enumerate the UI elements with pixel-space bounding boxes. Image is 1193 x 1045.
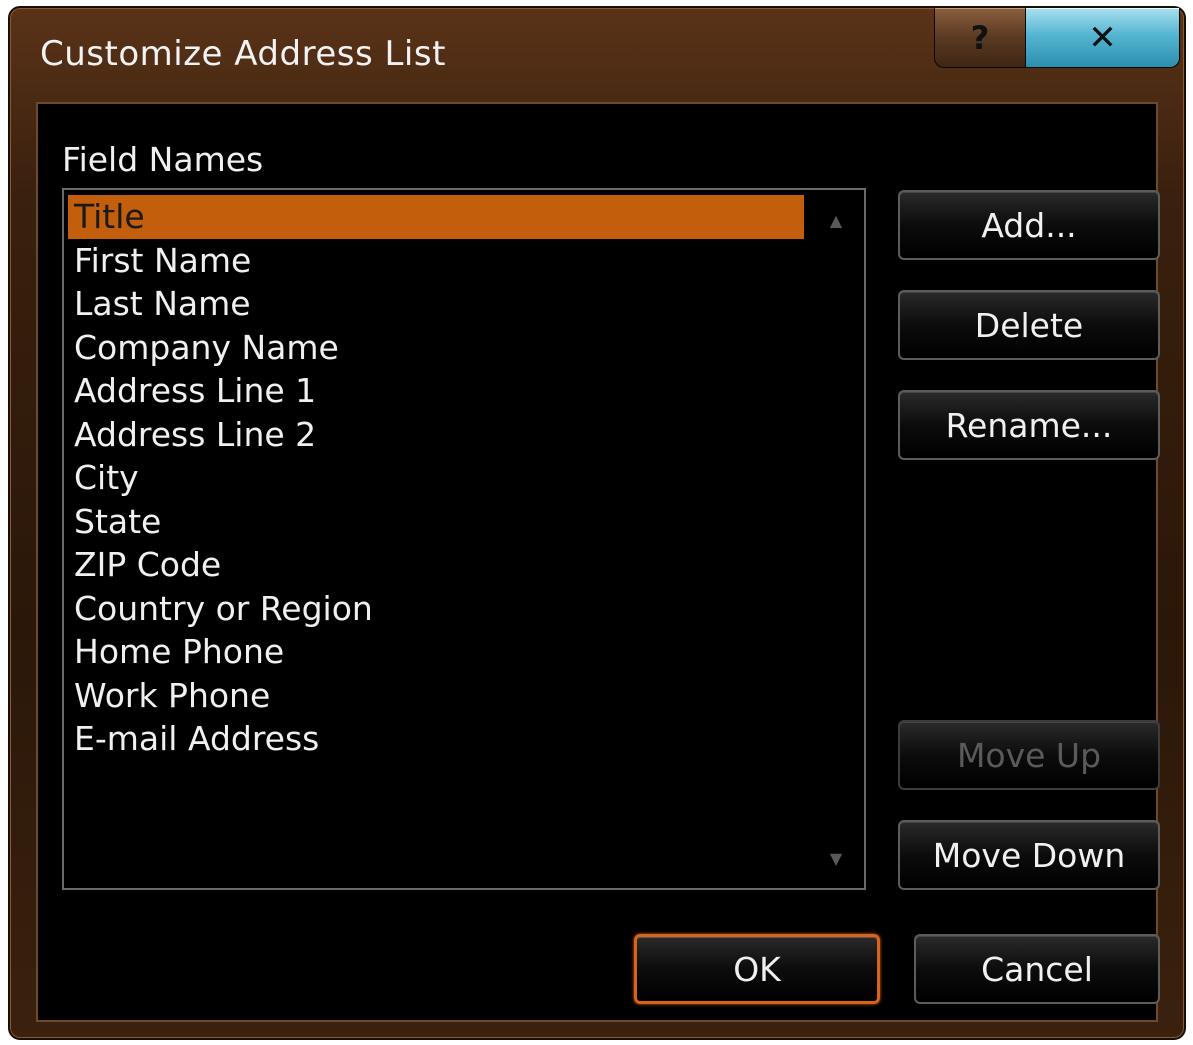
list-item[interactable]: Address Line 2 [68, 413, 804, 457]
customize-address-list-dialog: Customize Address List ? ✕ Field Names T… [8, 6, 1186, 1040]
list-item[interactable]: Home Phone [68, 630, 804, 674]
list-item[interactable]: E-mail Address [68, 717, 804, 761]
scroll-up-arrow-icon[interactable]: ▲ [808, 200, 864, 240]
list-item[interactable]: Company Name [68, 326, 804, 370]
list-item[interactable]: Last Name [68, 282, 804, 326]
add-button[interactable]: Add... [898, 190, 1160, 260]
listbox-scrollbar[interactable]: ▲ ▼ [808, 190, 864, 888]
list-item[interactable]: Work Phone [68, 674, 804, 718]
cancel-button[interactable]: Cancel [914, 934, 1160, 1004]
close-icon: ✕ [1088, 17, 1117, 58]
delete-button[interactable]: Delete [898, 290, 1160, 360]
list-item[interactable]: Country or Region [68, 587, 804, 631]
move-up-button[interactable]: Move Up [898, 720, 1160, 790]
close-button[interactable]: ✕ [1026, 8, 1180, 68]
scroll-down-arrow-icon[interactable]: ▼ [808, 838, 864, 878]
move-down-button[interactable]: Move Down [898, 820, 1160, 890]
help-button[interactable]: ? [934, 8, 1026, 68]
list-item[interactable]: City [68, 456, 804, 500]
help-icon: ? [970, 18, 990, 57]
dialog-body: Field Names Title First Name Last Name Comp… [36, 102, 1160, 1022]
field-names-listbox[interactable]: Title First Name Last Name Company Name Addr… [62, 188, 866, 890]
dialog-title: Customize Address List [40, 34, 446, 74]
ok-button[interactable]: OK [634, 934, 880, 1004]
list-item[interactable]: First Name [68, 239, 804, 283]
rename-button[interactable]: Rename... [898, 390, 1160, 460]
list-item[interactable]: ZIP Code [68, 543, 804, 587]
caption-buttons: ? ✕ [934, 8, 1180, 72]
field-names-list: Title First Name Last Name Company Name Addr… [68, 195, 804, 761]
title-bar: Customize Address List ? ✕ [10, 8, 1184, 102]
list-item[interactable]: Title [68, 195, 804, 239]
list-item[interactable]: State [68, 500, 804, 544]
list-item[interactable]: Address Line 1 [68, 369, 804, 413]
field-names-label: Field Names [62, 140, 264, 179]
